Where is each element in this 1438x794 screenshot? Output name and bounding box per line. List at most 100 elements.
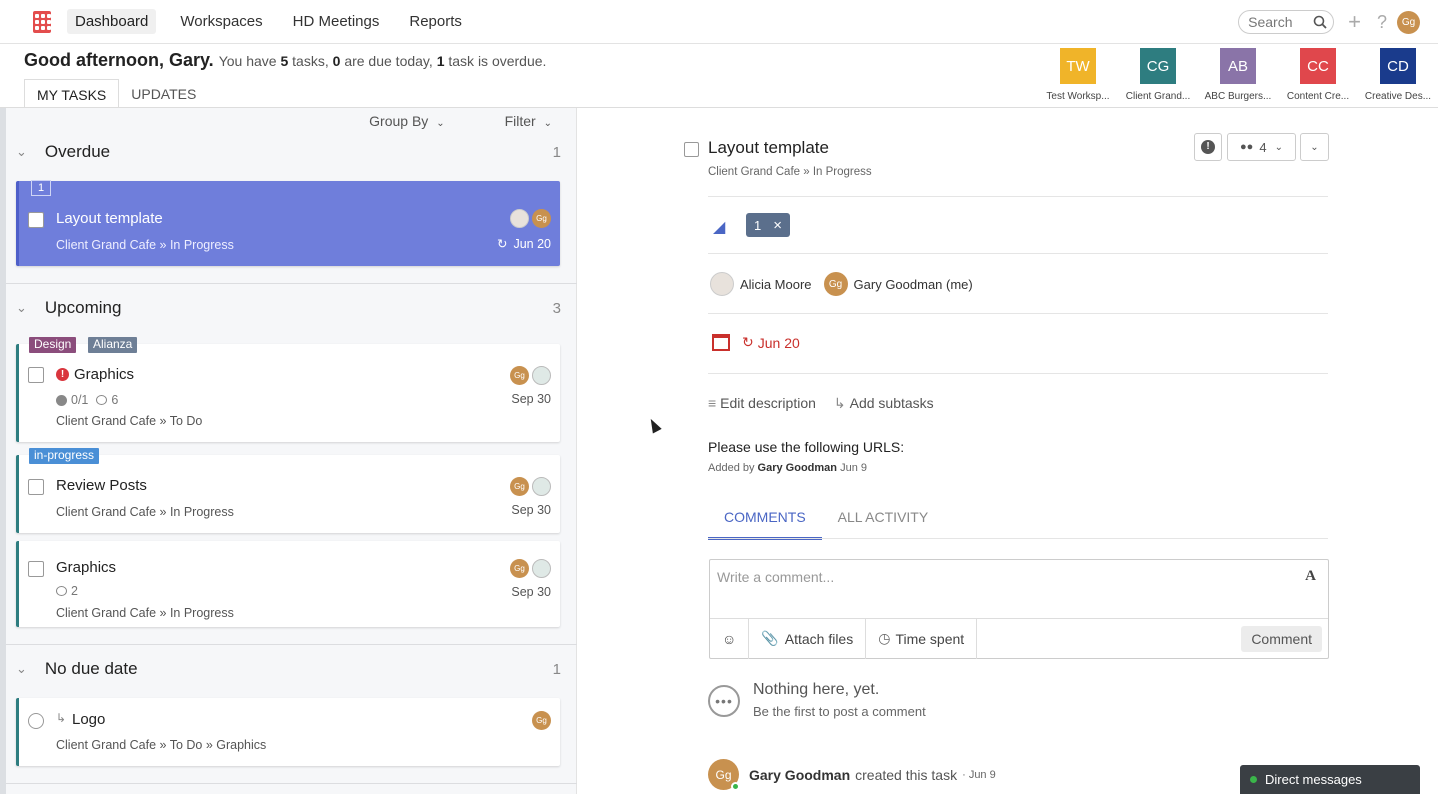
divider xyxy=(708,253,1328,254)
task-checkbox[interactable] xyxy=(28,212,44,228)
task-meta: 0/1 6 xyxy=(56,393,118,407)
workspace-tw[interactable]: TW Test Worksp... xyxy=(1038,48,1118,102)
section-no-due-date[interactable]: ⌄ No due date 1 xyxy=(16,659,561,679)
task-checkbox[interactable] xyxy=(28,713,44,729)
overdue-count: 1 xyxy=(436,53,445,69)
task-card-graphics-2[interactable]: Graphics 2 Client Grand Cafe » In Progre… xyxy=(16,541,560,627)
breadcrumb: Client Grand Cafe » In Progress xyxy=(708,166,872,178)
filter-button[interactable]: Filter ⌄ xyxy=(475,113,552,129)
emoji-icon[interactable]: ☺ xyxy=(710,618,750,659)
chevron-down-icon: ⌄ xyxy=(1274,141,1283,153)
task-card-review-posts[interactable]: in-progress Review Posts Client Grand Ca… xyxy=(16,448,560,533)
activity-date: · Jun 9 xyxy=(962,768,996,781)
direct-messages-button[interactable]: Direct messages xyxy=(1240,765,1420,794)
breadcrumb-workspace[interactable]: Client Grand Cafe xyxy=(708,166,800,178)
task-detail-title[interactable]: Layout template xyxy=(708,138,829,158)
tag-label: 1 xyxy=(754,217,762,233)
section-title: Overdue xyxy=(44,142,111,161)
more-options-button[interactable]: ⌄ xyxy=(1300,133,1329,161)
workspace-name: Creative Des... xyxy=(1364,91,1432,102)
tab-comments[interactable]: COMMENTS xyxy=(708,509,822,540)
avatar xyxy=(532,559,551,578)
task-due-date: Sep 30 xyxy=(511,503,551,517)
comment-button[interactable]: Comment xyxy=(1241,625,1322,652)
tag-chip[interactable]: 1 × xyxy=(746,213,790,237)
avatar xyxy=(532,477,551,496)
search-input[interactable]: Search xyxy=(1238,10,1335,34)
help-icon[interactable]: ? xyxy=(1377,12,1387,33)
priority-button[interactable]: ! xyxy=(1194,133,1222,161)
edit-description-button[interactable]: ≡ Edit description xyxy=(708,395,816,412)
nav-reports[interactable]: Reports xyxy=(409,9,468,34)
tag-alianza[interactable]: Alianza xyxy=(88,337,138,353)
section-overdue[interactable]: ⌄ Overdue 1 xyxy=(16,142,561,162)
nav-hd-meetings[interactable]: HD Meetings xyxy=(293,9,386,34)
nav-dashboard[interactable]: Dashboard xyxy=(67,9,157,34)
workspace-cd[interactable]: CD Creative Des... xyxy=(1358,48,1438,102)
workspace-badge: CC xyxy=(1300,48,1336,84)
direct-messages-label: Direct messages xyxy=(1265,772,1362,787)
nav-workspaces[interactable]: Workspaces xyxy=(180,9,268,34)
task-complete-checkbox[interactable] xyxy=(684,142,699,157)
workspace-ab[interactable]: AB ABC Burgers... xyxy=(1198,48,1278,102)
chevron-down-icon: ⌄ xyxy=(16,144,27,159)
workspace-badge: CD xyxy=(1380,48,1416,84)
tag-in-progress[interactable]: in-progress xyxy=(29,448,100,464)
task-checkbox[interactable] xyxy=(28,479,44,495)
breadcrumb-status[interactable]: In Progress xyxy=(813,166,872,178)
tag-icon[interactable]: ◢ xyxy=(713,217,725,237)
activity-text: created this task xyxy=(855,766,958,783)
comment-count: 2 xyxy=(71,584,78,598)
tasks-count: 5 xyxy=(280,53,289,69)
edit-description-label: Edit description xyxy=(720,395,816,411)
task-path: Client Grand Cafe » In Progress xyxy=(56,505,234,519)
assignee-name[interactable]: Alicia Moore xyxy=(740,277,812,292)
add-icon[interactable]: + xyxy=(1348,11,1361,33)
attach-files-button[interactable]: 📎 Attach files xyxy=(749,618,867,659)
tab-all-activity[interactable]: ALL ACTIVITY xyxy=(822,509,945,540)
user-avatar[interactable]: Gg xyxy=(1397,10,1420,34)
followers-button[interactable]: ●● 4 ⌄ xyxy=(1227,133,1296,161)
text-format-icon[interactable]: A xyxy=(1305,568,1316,585)
chevron-down-icon: ⌄ xyxy=(543,118,552,129)
divider xyxy=(708,373,1328,374)
activity-user[interactable]: Gary Goodman xyxy=(749,767,850,783)
activity-date-value: Jun 9 xyxy=(968,768,996,781)
summary-text: task is overdue. xyxy=(448,53,547,69)
workspace-cg[interactable]: CG Client Grand... xyxy=(1118,48,1198,102)
alert-icon: ! xyxy=(1201,140,1215,154)
comment-input[interactable]: Write a comment... xyxy=(717,569,834,585)
task-card-graphics[interactable]: Design Alianza ! Graphics 0/1 6 Client G… xyxy=(16,337,560,442)
section-count: 1 xyxy=(552,660,561,678)
add-subtasks-button[interactable]: ↳ Add subtasks xyxy=(834,395,934,412)
task-due-date: Sep 30 xyxy=(511,585,551,599)
workspace-name: ABC Burgers... xyxy=(1204,91,1272,102)
empty-subtitle: Be the first to post a comment xyxy=(753,704,926,719)
group-by-button[interactable]: Group By ⌄ xyxy=(339,113,444,129)
divider xyxy=(708,196,1328,197)
task-checkbox[interactable] xyxy=(28,367,44,383)
chevron-down-icon: ⌄ xyxy=(16,661,27,676)
workspace-shortcuts: TW Test Worksp... CG Client Grand... AB … xyxy=(1038,48,1438,102)
workspace-name: Test Worksp... xyxy=(1046,91,1110,102)
app-logo-icon[interactable] xyxy=(33,10,51,33)
breadcrumb-separator: » xyxy=(803,166,813,178)
task-checkbox[interactable] xyxy=(28,561,44,577)
divider xyxy=(6,644,577,645)
attach-label: Attach files xyxy=(784,630,854,647)
workspace-cc[interactable]: CC Content Cre... xyxy=(1278,48,1358,102)
section-count: 3 xyxy=(552,299,561,317)
task-assignees: Gg xyxy=(507,366,551,385)
due-date-field[interactable]: ↻ Jun 20 xyxy=(712,334,800,351)
comment-tabs: COMMENTS ALL ACTIVITY xyxy=(708,509,944,540)
tag-design[interactable]: Design xyxy=(29,337,77,353)
task-card-logo[interactable]: ↳ Logo Client Grand Cafe » To Do » Graph… xyxy=(16,698,560,766)
task-card-layout-template[interactable]: 1 Layout template Client Grand Cafe » In… xyxy=(16,180,560,266)
comment-box: Write a comment... A ☺ 📎 Attach files ◷ Ti… xyxy=(709,559,1329,659)
assignee-name[interactable]: Gary Goodman (me) xyxy=(854,277,973,292)
time-spent-button[interactable]: ◷ Time spent xyxy=(866,618,978,659)
task-due: ↻ Jun 20 xyxy=(497,236,551,251)
close-icon[interactable]: × xyxy=(773,217,782,234)
task-path: Client Grand Cafe » In Progress xyxy=(56,238,234,252)
section-upcoming[interactable]: ⌄ Upcoming 3 xyxy=(16,298,561,318)
